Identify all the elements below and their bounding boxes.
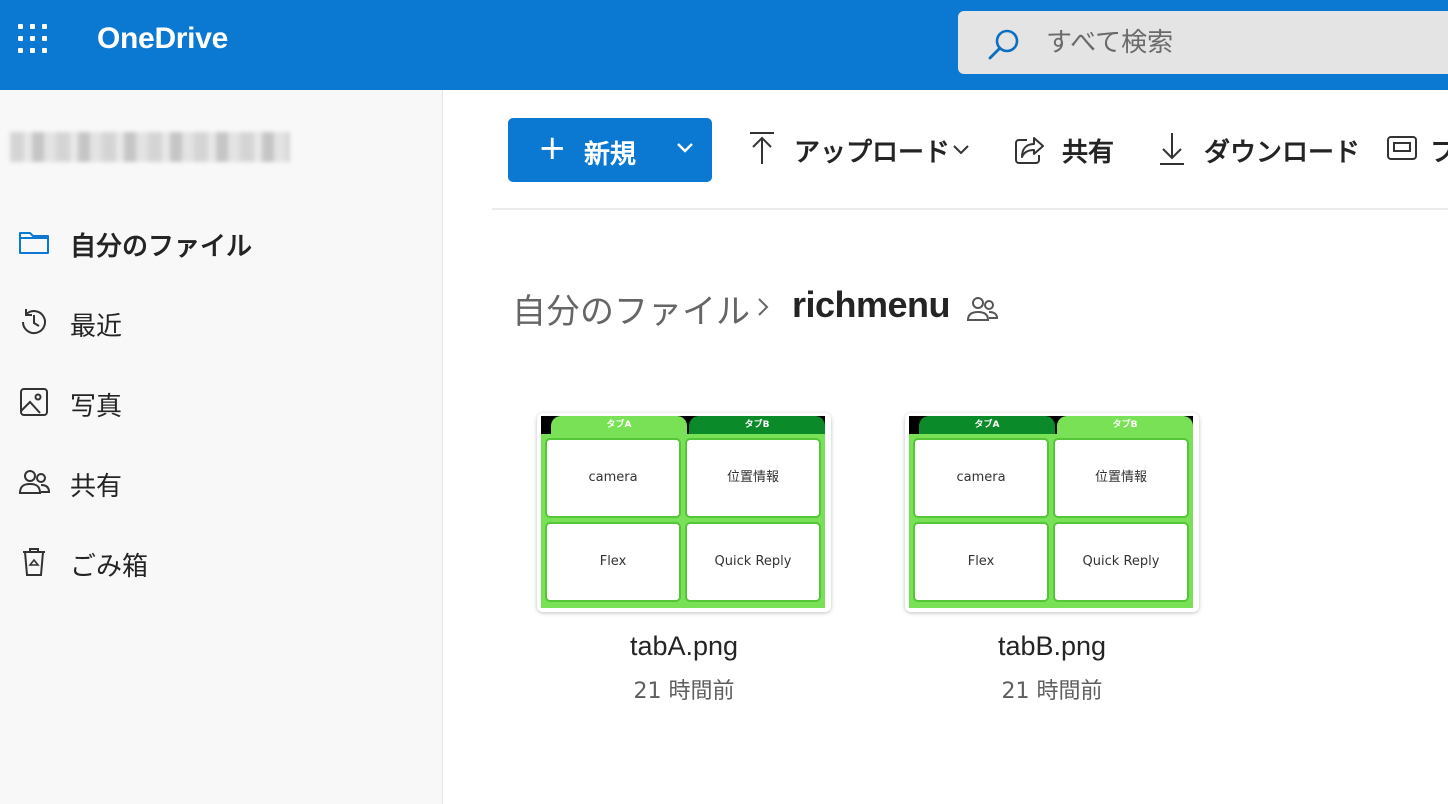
people-icon — [18, 470, 50, 494]
thumb-tab-left: タブA — [551, 416, 687, 434]
chevron-right-icon — [758, 298, 769, 316]
file-tile[interactable]: タブA タブB camera 位置情報 Flex Quick Reply tab… — [537, 413, 831, 704]
history-icon — [21, 309, 46, 334]
thumb-cell: Quick Reply — [685, 522, 821, 602]
file-thumbnail: タブA タブB camera 位置情報 Flex Quick Reply — [905, 413, 1199, 612]
account-name-redacted — [10, 132, 290, 162]
search-box[interactable] — [958, 11, 1448, 74]
sidebar: 自分のファイル 最近 写真 共有 ごみ箱 — [0, 90, 443, 804]
new-button[interactable]: + 新規 — [508, 118, 712, 182]
share-label: 共有 — [1062, 138, 1115, 168]
chevron-down-icon — [677, 143, 693, 153]
image-icon — [20, 388, 48, 416]
embed-icon — [1387, 136, 1417, 160]
file-tile[interactable]: タブA タブB camera 位置情報 Flex Quick Reply tab… — [905, 413, 1199, 704]
thumb-tab-right: タブB — [689, 416, 825, 434]
search-icon — [988, 29, 1019, 60]
sidebar-item-label: 共有 — [70, 472, 123, 502]
upload-button[interactable]: アップロード — [748, 130, 978, 170]
chevron-down-icon — [953, 145, 969, 155]
sidebar-item-label: 写真 — [70, 392, 123, 422]
sidebar-item-recycle-bin[interactable]: ごみ箱 — [0, 534, 443, 590]
share-icon — [1015, 137, 1044, 164]
file-modified-time: 21 時間前 — [1001, 679, 1103, 704]
sidebar-item-shared[interactable]: 共有 — [0, 454, 443, 510]
overflow-command-button[interactable]: フ — [1386, 130, 1448, 170]
overflow-command-label: フ — [1430, 138, 1448, 168]
thumb-cell: Flex — [913, 522, 1049, 602]
recycle-bin-icon — [23, 548, 45, 576]
app-name[interactable]: OneDrive — [97, 22, 228, 56]
thumb-tab-right: タブB — [1057, 416, 1193, 434]
plus-icon: + — [538, 128, 567, 168]
thumb-cell: 位置情報 — [685, 438, 821, 518]
download-label: ダウンロード — [1204, 138, 1361, 168]
breadcrumb-current: richmenu — [792, 284, 951, 325]
command-bar: + 新規 アップロード 共有 ダウンロード フ — [492, 90, 1448, 210]
sidebar-item-photos[interactable]: 写真 — [0, 374, 443, 430]
sidebar-item-label: 自分のファイル — [70, 232, 253, 262]
file-modified-time: 21 時間前 — [633, 679, 735, 704]
file-name[interactable]: tabA.png — [537, 631, 831, 662]
file-name[interactable]: tabB.png — [905, 631, 1199, 662]
app-launcher-icon[interactable] — [18, 24, 50, 54]
upload-label: アップロード — [794, 138, 951, 168]
download-button[interactable]: ダウンロード — [1158, 130, 1361, 170]
folder-icon — [19, 232, 49, 254]
thumb-grid: camera 位置情報 Flex Quick Reply — [541, 434, 825, 608]
search-input[interactable] — [1046, 23, 1426, 63]
file-thumbnail: タブA タブB camera 位置情報 Flex Quick Reply — [537, 413, 831, 612]
sidebar-item-label: ごみ箱 — [70, 552, 149, 582]
thumb-cell: Flex — [545, 522, 681, 602]
thumb-cell: camera — [545, 438, 681, 518]
thumb-cell: Quick Reply — [1053, 522, 1189, 602]
sidebar-item-recent[interactable]: 最近 — [0, 294, 443, 350]
sidebar-item-my-files[interactable]: 自分のファイル — [0, 214, 443, 270]
download-icon — [1160, 133, 1184, 165]
shared-people-icon[interactable] — [966, 294, 998, 324]
thumb-cell: camera — [913, 438, 1049, 518]
thumb-grid: camera 位置情報 Flex Quick Reply — [909, 434, 1193, 608]
thumb-tab-left: タブA — [919, 416, 1055, 434]
thumb-cell: 位置情報 — [1053, 438, 1189, 518]
sidebar-item-label: 最近 — [70, 312, 123, 342]
upload-icon — [750, 132, 774, 164]
share-button[interactable]: 共有 — [1014, 130, 1124, 170]
breadcrumb-root[interactable]: 自分のファイル — [512, 284, 750, 333]
new-button-label: 新規 — [584, 140, 637, 170]
top-bar: OneDrive — [0, 0, 1448, 90]
